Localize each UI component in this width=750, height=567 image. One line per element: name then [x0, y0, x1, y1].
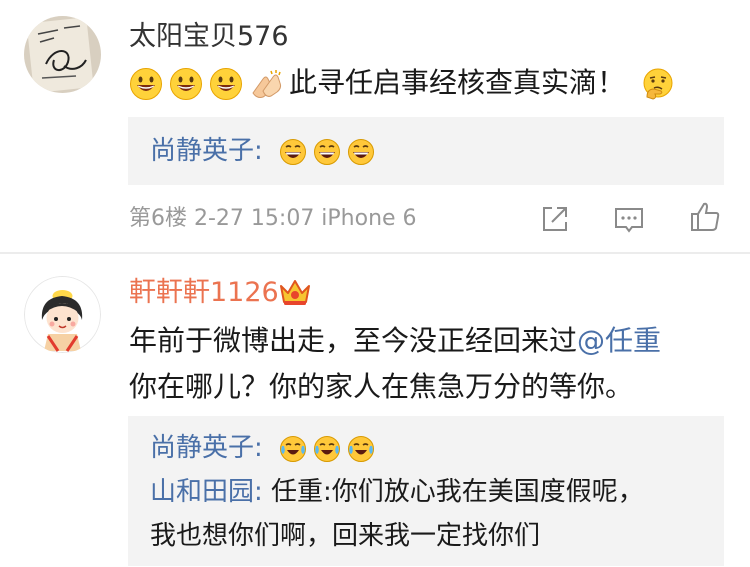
comment-body: 年前于微博出走，至今没正经回来过@任重 你在哪儿？你的家人在焦急万分的等你。	[129, 318, 661, 410]
reply-username[interactable]: 尚静英子:	[150, 136, 263, 166]
share-icon[interactable]	[538, 202, 572, 236]
reply-item: 尚静英子:	[150, 117, 702, 173]
laugh-emoji	[348, 138, 375, 165]
comment-body-text: 年前于微博出走，至今没正经回来过	[129, 324, 578, 357]
comment-body-line: 年前于微博出走，至今没正经回来过@任重	[129, 318, 661, 364]
reply-item: 山和田园: 任重:你们放心我在美国度假呢，	[150, 470, 702, 514]
avatar[interactable]	[24, 16, 101, 93]
cry-laugh-emoji	[348, 435, 375, 462]
thinking-emoji	[643, 68, 673, 100]
laugh-emoji	[314, 138, 341, 165]
avatar[interactable]	[24, 276, 101, 353]
comment-body: 此寻任启事经核查真实滴！	[129, 60, 681, 106]
crown-badge-icon	[280, 280, 310, 305]
clap-hands-emoji	[252, 70, 282, 98]
like-icon[interactable]	[688, 200, 722, 234]
reply-username[interactable]: 尚静英子:	[150, 433, 263, 463]
reply-box[interactable]: 尚静英子:	[128, 117, 724, 185]
comment-item: 太阳宝贝576 此寻任启事经核查真实滴！ 尚静英子: 第6楼 2-27 15:0…	[0, 0, 750, 252]
reply-username[interactable]: 山和田园:	[150, 477, 263, 507]
username[interactable]: 太阳宝贝576	[129, 20, 289, 54]
username[interactable]: 軒軒軒1126	[129, 276, 279, 310]
reply-text: 任重:你们放心我在美国度假呢，	[262, 477, 644, 507]
reply-item: 尚静英子:	[150, 416, 702, 470]
comment-item: 軒軒軒1126 年前于微博出走，至今没正经回来过@任重 你在哪儿？你的家人在焦急…	[0, 254, 750, 567]
reply-text-continuation: 我也想你们啊，回来我一定找你们	[150, 521, 541, 551]
cry-laugh-emoji	[280, 435, 307, 462]
cry-laugh-emoji	[314, 435, 341, 462]
comment-icon[interactable]	[612, 202, 646, 236]
comment-list: 太阳宝贝576 此寻任启事经核查真实滴！ 尚静英子: 第6楼 2-27 15:0…	[0, 0, 750, 567]
reply-box[interactable]: 尚静英子: 山和田园: 任重:你们放心我在美国度假呢， 我也想你们啊，回来我一定…	[128, 416, 724, 566]
grin-emoji	[130, 68, 162, 100]
comment-body-line: 你在哪儿？你的家人在焦急万分的等你。	[129, 370, 634, 403]
comment-meta: 第6楼 2-27 15:07 iPhone 6	[129, 206, 417, 231]
grin-emoji	[170, 68, 202, 100]
laugh-emoji	[280, 138, 307, 165]
grin-emoji	[210, 68, 242, 100]
mention-link[interactable]: @任重	[577, 324, 661, 357]
comment-body-text: 此寻任启事经核查真实滴！	[289, 66, 626, 99]
